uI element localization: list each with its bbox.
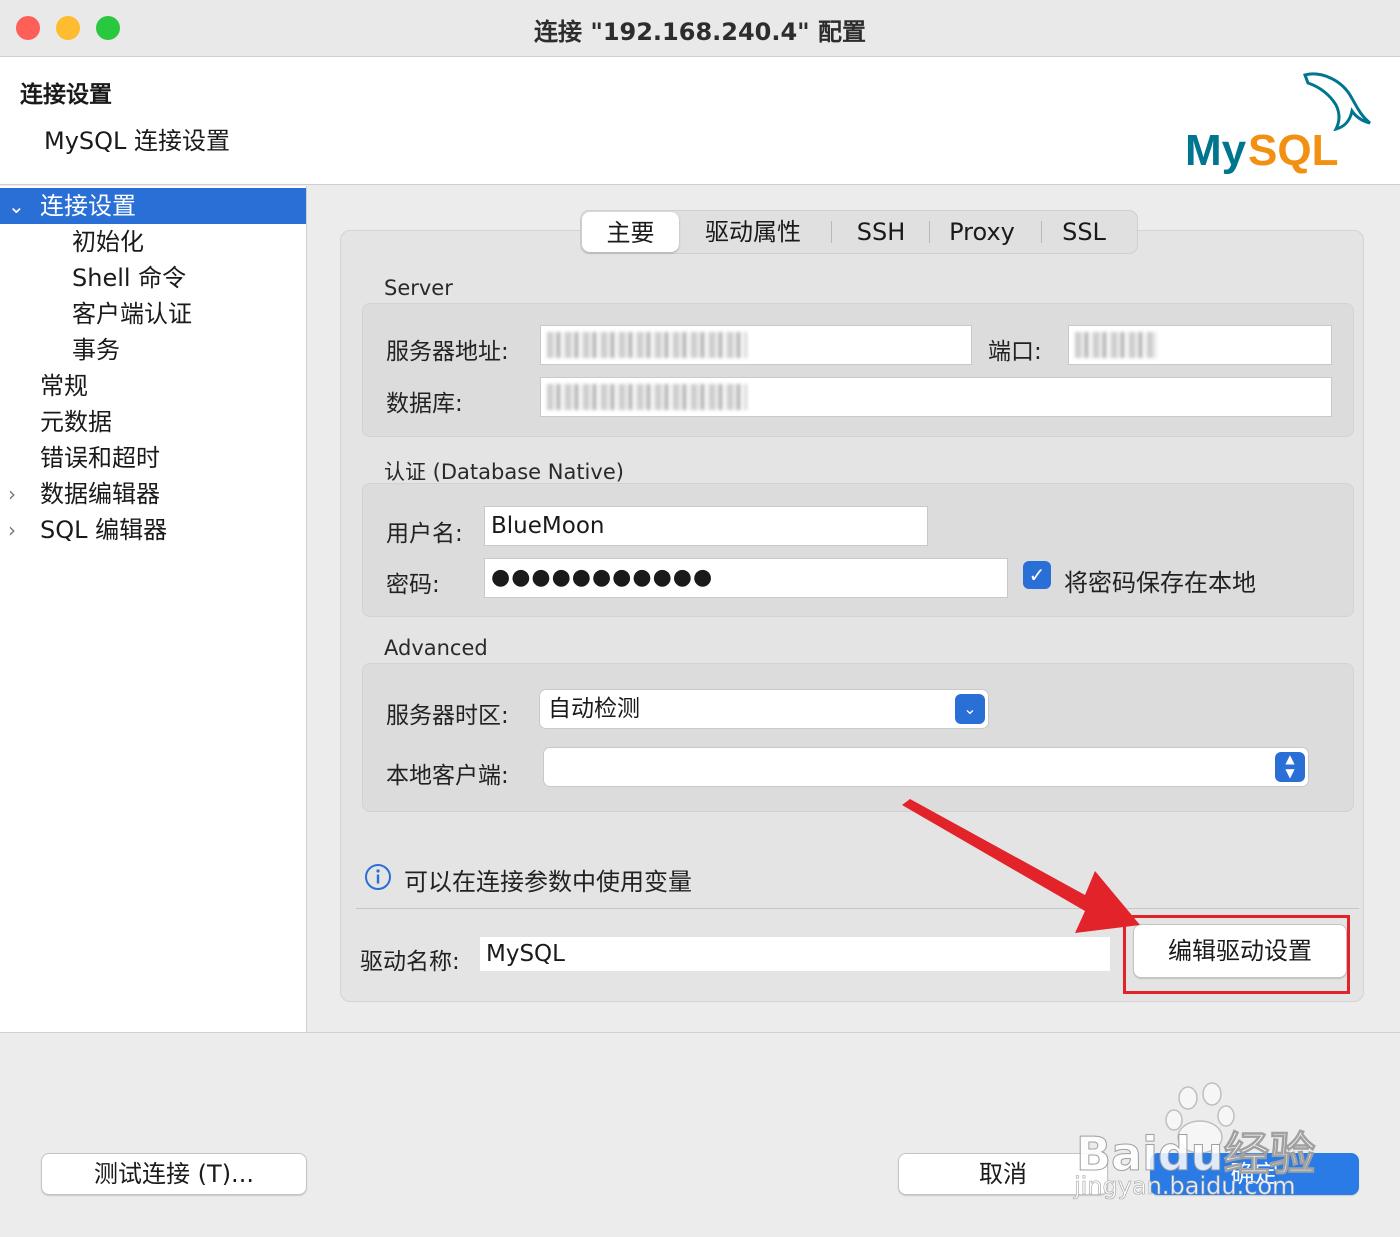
tab-main[interactable]: 主要 (582, 212, 679, 252)
sidebar-item-label: 数据编辑器 (40, 480, 160, 508)
sidebar-item-label: 元数据 (40, 408, 112, 436)
tab-ssl[interactable]: SSL (1043, 211, 1125, 253)
redacted-database-value (547, 384, 747, 410)
password-input[interactable]: ●●●●●●●●●●● (484, 558, 1008, 598)
username-label: 用户名: (386, 521, 463, 547)
chevron-right-icon[interactable]: › (8, 476, 16, 512)
sidebar-item-errors-timeouts[interactable]: 错误和超时 (0, 440, 306, 476)
tab-separator (929, 221, 930, 243)
username-input[interactable]: BlueMoon (484, 506, 928, 546)
logo-text-sql: SQL (1248, 126, 1338, 175)
title-bar: 连接 "192.168.240.4" 配置 (0, 0, 1400, 57)
driver-name-field: MySQL (480, 937, 1110, 971)
tab-separator (831, 221, 832, 243)
chevron-down-icon[interactable]: ⌄ (955, 694, 985, 724)
save-password-label: 将密码保存在本地 (1064, 569, 1256, 597)
server-host-label: 服务器地址: (386, 339, 509, 365)
driver-name-label: 驱动名称: (360, 949, 460, 975)
sidebar-item-label: 连接设置 (40, 192, 136, 220)
tab-ssh[interactable]: SSH (835, 211, 927, 253)
database-input[interactable] (540, 377, 1332, 417)
test-connection-button[interactable]: 测试连接 (T)... (41, 1153, 307, 1195)
timezone-label: 服务器时区: (386, 703, 509, 729)
highlight-box (1123, 915, 1350, 994)
server-host-input[interactable] (540, 325, 972, 365)
chevron-down-icon: ⌄ (8, 194, 25, 218)
tab-driver-properties[interactable]: 驱动属性 (689, 211, 817, 253)
port-label: 端口: (988, 339, 1042, 365)
sidebar-item-label: Shell 命令 (72, 264, 187, 292)
port-input[interactable] (1068, 325, 1332, 365)
sidebar-item-label: 错误和超时 (40, 444, 160, 472)
page-subtitle: MySQL 连接设置 (44, 127, 231, 155)
window-title: 连接 "192.168.240.4" 配置 (533, 18, 867, 46)
chevron-right-icon[interactable]: › (8, 512, 16, 548)
local-client-select[interactable]: ▲ ▼ (543, 747, 1309, 787)
mysql-logo-icon: My SQL (1185, 72, 1371, 175)
divider (356, 908, 1359, 909)
advanced-group (362, 663, 1354, 812)
sidebar-item-label: 事务 (72, 336, 120, 364)
tab-bar: 主要 驱动属性 SSH Proxy SSL (580, 210, 1138, 254)
sidebar-item-metadata[interactable]: 元数据 (0, 404, 306, 440)
save-password-checkbox[interactable]: ✓ (1023, 561, 1051, 589)
sidebar-item-shell-commands[interactable]: Shell 命令 (0, 260, 306, 296)
sidebar-item-label: 客户端认证 (72, 300, 192, 328)
sidebar-item-label: 初始化 (72, 228, 144, 256)
tab-separator (1041, 221, 1042, 243)
redacted-port-value (1075, 332, 1157, 358)
page-header: 连接设置 MySQL 连接设置 My SQL (0, 57, 1400, 185)
logo-text-my: My (1185, 126, 1247, 175)
database-label: 数据库: (386, 391, 463, 417)
sidebar-item-general[interactable]: 常规 (0, 368, 306, 404)
watermark-url-text: jingyan.baidu.com (1074, 1172, 1296, 1201)
sidebar-item-init[interactable]: 初始化 (0, 224, 306, 260)
auth-section-label: 认证 (Database Native) (384, 460, 624, 484)
sidebar-item-client-auth[interactable]: 客户端认证 (0, 296, 306, 332)
variables-info-text: 可以在连接参数中使用变量 (404, 868, 692, 896)
timezone-select[interactable]: 自动检测 ⌄ (539, 689, 989, 729)
sidebar-item-data-editor[interactable]: › 数据编辑器 (0, 476, 306, 512)
redacted-host-value (547, 332, 747, 358)
sidebar: ⌄ 连接设置 初始化 Shell 命令 客户端认证 事务 常规 元数据 错误和超… (0, 186, 307, 1032)
page-title: 连接设置 (20, 82, 112, 108)
sidebar-item-sql-editor[interactable]: › SQL 编辑器 (0, 512, 306, 548)
sidebar-item-label: SQL 编辑器 (40, 516, 168, 544)
info-icon (365, 864, 391, 890)
sidebar-item-label: 常规 (40, 372, 88, 400)
up-down-chevron-icon[interactable]: ▲ ▼ (1275, 752, 1305, 782)
password-label: 密码: (386, 572, 440, 598)
checkmark-icon: ✓ (1028, 563, 1046, 587)
timezone-selected-value: 自动检测 (548, 696, 640, 722)
server-section-label: Server (384, 276, 453, 300)
sidebar-item-connection-settings[interactable]: ⌄ 连接设置 (0, 188, 306, 224)
local-client-label: 本地客户端: (386, 763, 509, 789)
advanced-section-label: Advanced (384, 636, 488, 660)
tab-proxy[interactable]: Proxy (933, 211, 1031, 253)
red-arrow-annotation (902, 799, 1140, 933)
sidebar-item-transactions[interactable]: 事务 (0, 332, 306, 368)
